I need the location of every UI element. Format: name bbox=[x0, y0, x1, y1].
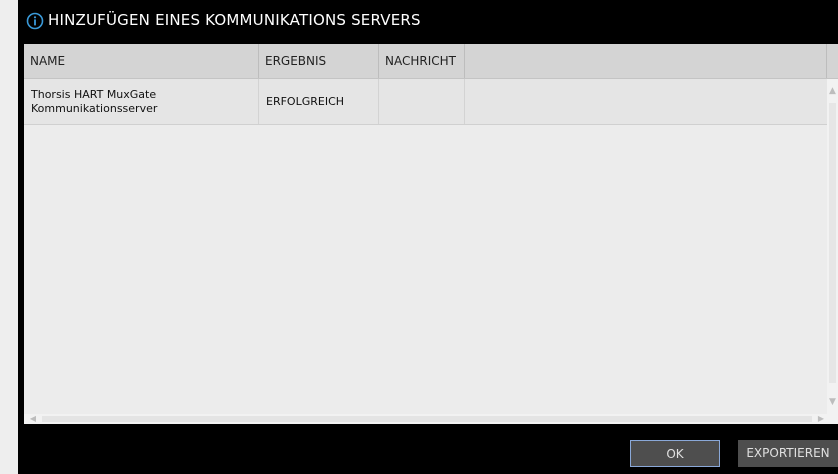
add-communication-server-dialog: HINZUFÜGEN EINES KOMMUNIKATIONS SERVERS … bbox=[18, 0, 838, 474]
table-empty-area bbox=[24, 125, 827, 414]
ok-button[interactable]: OK bbox=[630, 440, 720, 467]
scroll-up-icon[interactable]: ▲ bbox=[827, 83, 838, 99]
column-header-result[interactable]: ERGEBNIS bbox=[259, 44, 379, 78]
vertical-scrollbar[interactable]: ▲ ▼ bbox=[827, 79, 838, 414]
table-header: NAME ERGEBNIS NACHRICHT bbox=[24, 44, 838, 79]
column-header-empty[interactable] bbox=[465, 44, 827, 78]
dialog-footer: OK EXPORTIEREN bbox=[18, 424, 838, 474]
scrollbar-thumb[interactable] bbox=[829, 103, 836, 383]
info-circle-icon bbox=[26, 12, 44, 30]
results-table: NAME ERGEBNIS NACHRICHT Thorsis HART Mux… bbox=[24, 44, 838, 424]
scroll-down-icon[interactable]: ▼ bbox=[827, 394, 838, 410]
cell-result: ERFOLGREICH bbox=[259, 79, 379, 124]
cell-message bbox=[379, 79, 465, 124]
background-window bbox=[0, 0, 18, 474]
cell-name-line2: Kommunikationsserver bbox=[31, 101, 158, 115]
table-row[interactable]: Thorsis HART MuxGate Kommunikationsserve… bbox=[24, 79, 827, 125]
dialog-title-bar: HINZUFÜGEN EINES KOMMUNIKATIONS SERVERS bbox=[18, 0, 838, 44]
export-button[interactable]: EXPORTIEREN bbox=[738, 440, 838, 467]
scroll-left-icon[interactable]: ◀ bbox=[26, 414, 40, 424]
scroll-right-icon[interactable]: ▶ bbox=[814, 414, 828, 424]
column-header-name[interactable]: NAME bbox=[24, 44, 259, 78]
horizontal-scrollbar-thumb[interactable] bbox=[42, 416, 812, 422]
cell-name: Thorsis HART MuxGate Kommunikationsserve… bbox=[24, 79, 259, 124]
horizontal-scrollbar[interactable]: ◀ ▶ bbox=[24, 414, 838, 424]
cell-name-line1: Thorsis HART MuxGate bbox=[31, 87, 157, 101]
column-header-message[interactable]: NACHRICHT bbox=[379, 44, 465, 78]
dialog-title: HINZUFÜGEN EINES KOMMUNIKATIONS SERVERS bbox=[48, 11, 421, 29]
cell-empty bbox=[465, 79, 827, 124]
